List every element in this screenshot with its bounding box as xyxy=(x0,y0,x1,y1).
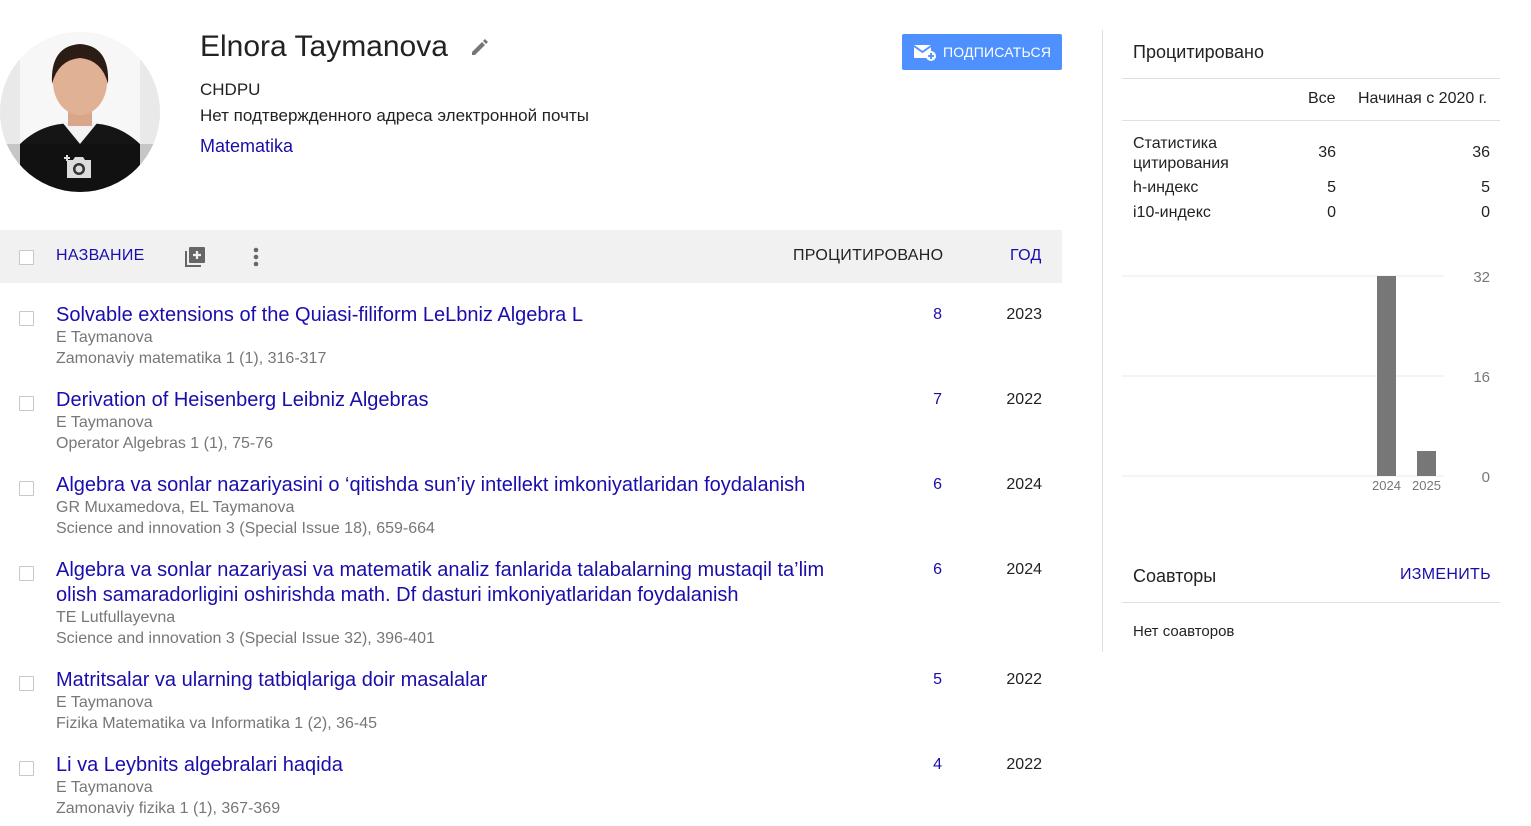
table-row: Solvable extensions of the Quiasi-filifo… xyxy=(0,303,1062,371)
publications-table-header: НАЗВАНИЕ ПРОЦИТИРОВАНО ГОД xyxy=(0,230,1062,283)
stat-citations-since: 36 xyxy=(1472,144,1490,161)
table-row: Li va Leybnits algebralari haqida E Taym… xyxy=(0,753,1062,821)
article-authors: GR Muxamedova, EL Taymanova xyxy=(56,499,295,516)
cited-by-count[interactable]: 4 xyxy=(933,756,942,774)
edit-pencil-icon[interactable] xyxy=(470,37,490,57)
row-checkbox[interactable] xyxy=(19,676,34,691)
profile-affiliation: CHDPU xyxy=(200,80,261,99)
select-all-checkbox[interactable] xyxy=(19,250,34,265)
stat-i10-index-since: 0 xyxy=(1481,204,1490,221)
envelope-plus-icon xyxy=(914,45,936,61)
table-row: Derivation of Heisenberg Leibniz Algebra… xyxy=(0,388,1062,456)
stat-label-citations: Статистика цитирования xyxy=(1133,135,1229,172)
cited-by-count[interactable]: 7 xyxy=(933,391,942,409)
row-checkbox[interactable] xyxy=(19,566,34,581)
row-checkbox[interactable] xyxy=(19,761,34,776)
article-venue: Science and innovation 3 (Special Issue … xyxy=(56,630,435,647)
row-checkbox[interactable] xyxy=(19,396,34,411)
stat-label-i10-index: i10-индекс xyxy=(1133,204,1211,221)
no-coauthors-text: Нет соавторов xyxy=(1133,623,1235,640)
article-authors: TE Lutfullayevna xyxy=(56,609,176,626)
cited-by-count[interactable]: 6 xyxy=(933,476,942,494)
change-photo-camera-icon[interactable] xyxy=(64,154,94,180)
row-checkbox[interactable] xyxy=(19,311,34,326)
citations-per-year-chart: 32 16 0 2024 2025 xyxy=(1122,269,1490,493)
column-divider xyxy=(1102,30,1103,652)
sort-by-title-header[interactable]: НАЗВАНИЕ xyxy=(56,247,145,265)
article-title-link[interactable]: Derivation of Heisenberg Leibniz Algebra… xyxy=(56,388,836,413)
article-authors: E Taymanova xyxy=(56,694,153,711)
table-row: Algebra va sonlar nazariyasi va matemati… xyxy=(0,558,1062,650)
divider xyxy=(1122,78,1500,79)
article-year: 2022 xyxy=(1006,671,1042,688)
table-row: Matritsalar va ularning tatbiqlariga doi… xyxy=(0,668,1062,736)
stat-h-index-since: 5 xyxy=(1481,179,1490,196)
cited-by-count[interactable]: 8 xyxy=(933,306,942,324)
article-year: 2024 xyxy=(1006,476,1042,493)
article-authors: E Taymanova xyxy=(56,414,153,431)
article-title-link[interactable]: Li va Leybnits algebralari haqida xyxy=(56,753,836,778)
profile-name: Elnora Taymanova xyxy=(200,30,448,63)
interest-link[interactable]: Matematika xyxy=(200,136,293,157)
y-tick-label: 0 xyxy=(1482,469,1490,486)
article-venue: Operator Algebras 1 (1), 75-76 xyxy=(56,435,274,452)
article-authors: E Taymanova xyxy=(56,329,153,346)
article-venue: Zamonaviy matematika 1 (1), 316-317 xyxy=(56,350,327,367)
edit-coauthors-button[interactable]: ИЗМЕНИТЬ xyxy=(1400,566,1491,584)
x-tick-label: 2025 xyxy=(1412,478,1441,493)
chart-bar-2024[interactable] xyxy=(1377,276,1396,476)
article-title-link[interactable]: Matritsalar va ularning tatbiqlariga doi… xyxy=(56,668,836,693)
article-title-link[interactable]: Algebra va sonlar nazariyasini o ‘qitish… xyxy=(56,473,836,498)
stats-col-all: Все xyxy=(1308,90,1336,107)
stat-h-index-all: 5 xyxy=(1327,179,1336,196)
x-tick-label: 2024 xyxy=(1372,478,1401,493)
follow-button[interactable]: ПОДПИСАТЬСЯ xyxy=(902,34,1062,70)
follow-button-label: ПОДПИСАТЬСЯ xyxy=(943,44,1052,60)
divider xyxy=(1122,602,1500,603)
add-article-icon[interactable] xyxy=(183,245,207,269)
stat-citations-all: 36 xyxy=(1318,144,1336,161)
article-venue: Science and innovation 3 (Special Issue … xyxy=(56,520,435,537)
profile-email-status: Нет подтвержденного адреса электронной п… xyxy=(200,106,589,125)
divider xyxy=(1122,120,1500,121)
table-row: Algebra va sonlar nazariyasini o ‘qitish… xyxy=(0,473,1062,541)
stat-label-h-index: h-индекс xyxy=(1133,179,1199,196)
cited-by-count[interactable]: 5 xyxy=(933,671,942,689)
article-title-link[interactable]: Algebra va sonlar nazariyasi va matemati… xyxy=(56,558,836,608)
stats-col-since: Начиная с 2020 г. xyxy=(1358,90,1488,107)
article-authors: E Taymanova xyxy=(56,779,153,796)
row-checkbox[interactable] xyxy=(19,481,34,496)
cited-by-header: ПРОЦИТИРОВАНО xyxy=(793,247,944,264)
y-tick-label: 32 xyxy=(1473,269,1490,286)
article-title-link[interactable]: Solvable extensions of the Quiasi-filifo… xyxy=(56,303,836,328)
stat-i10-index-all: 0 xyxy=(1327,204,1336,221)
chart-bar-2025[interactable] xyxy=(1417,451,1436,476)
sort-by-year-header[interactable]: ГОД xyxy=(1010,247,1042,265)
article-year: 2023 xyxy=(1006,306,1042,323)
article-venue: Fizika Matematika va Informatika 1 (2), … xyxy=(56,715,378,732)
article-year: 2024 xyxy=(1006,561,1042,578)
article-year: 2022 xyxy=(1006,391,1042,408)
cited-by-count[interactable]: 6 xyxy=(933,561,942,579)
citations-panel-title: Процитировано xyxy=(1133,42,1264,62)
y-tick-label: 16 xyxy=(1473,369,1490,386)
article-venue: Zamonaviy fizika 1 (1), 367-369 xyxy=(56,800,281,817)
article-year: 2022 xyxy=(1006,756,1042,773)
coauthors-title: Соавторы xyxy=(1133,566,1217,586)
more-vert-icon[interactable] xyxy=(246,245,266,269)
